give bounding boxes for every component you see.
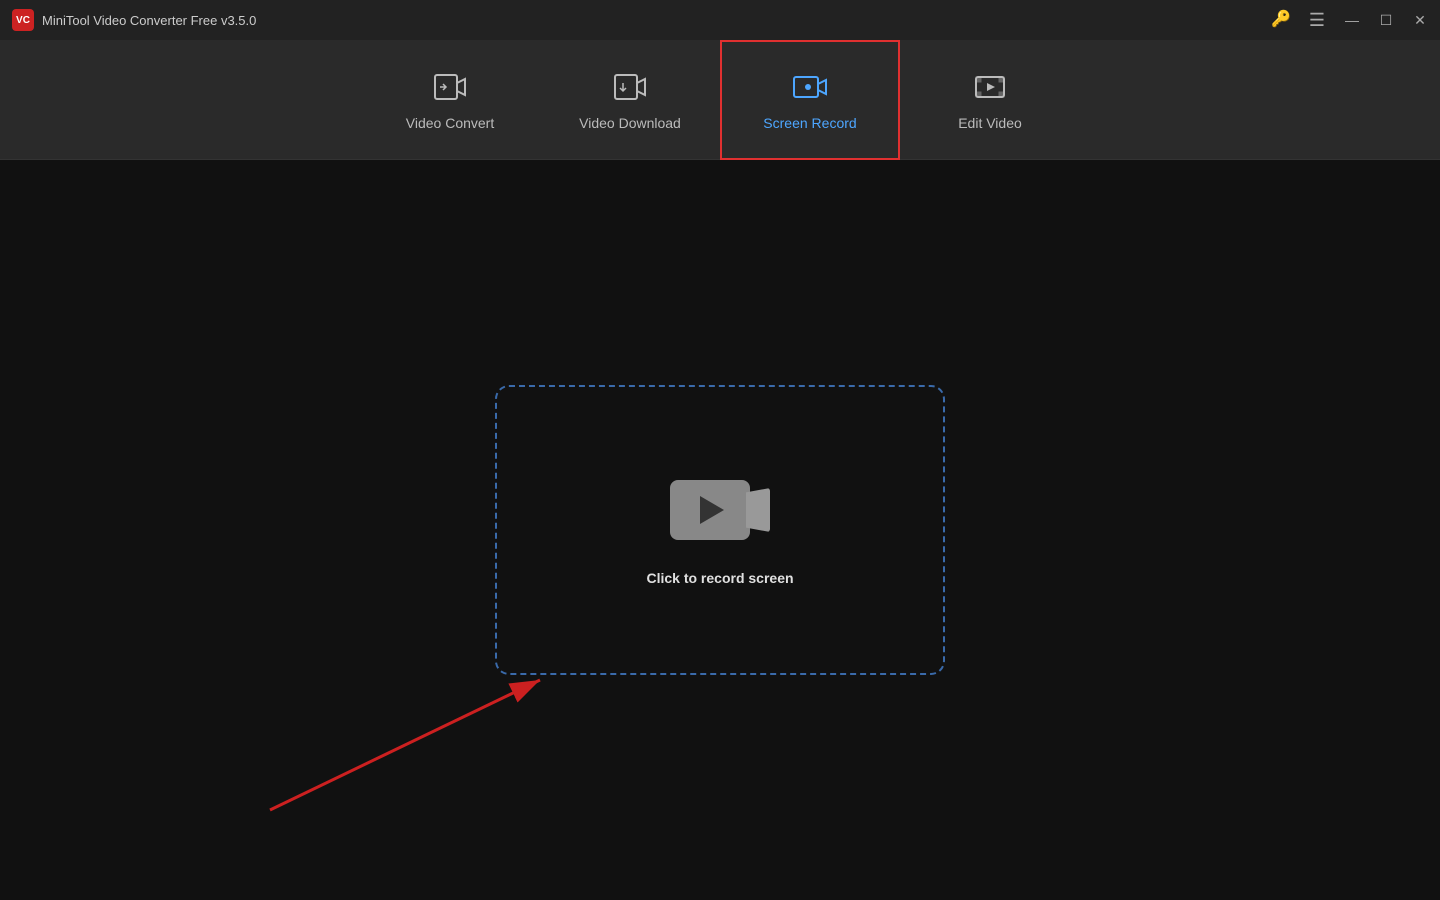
titlebar-controls: 🔑 ☰ — ☐ ✕ bbox=[1271, 11, 1428, 29]
screen-record-icon bbox=[792, 69, 828, 105]
edit-video-icon bbox=[972, 69, 1008, 105]
tab-screen-record[interactable]: Screen Record bbox=[720, 40, 900, 160]
camera-body bbox=[670, 480, 750, 540]
navbar: Video Convert Video Download Screen Reco… bbox=[0, 40, 1440, 160]
camera-icon bbox=[670, 474, 770, 546]
close-button[interactable]: ✕ bbox=[1412, 12, 1428, 29]
app-title: MiniTool Video Converter Free v3.5.0 bbox=[42, 13, 256, 28]
minimize-button[interactable]: — bbox=[1344, 12, 1360, 28]
maximize-button[interactable]: ☐ bbox=[1378, 12, 1394, 29]
tab-video-convert[interactable]: Video Convert bbox=[360, 40, 540, 160]
main-content: Click to record screen bbox=[0, 160, 1440, 900]
video-download-icon bbox=[612, 69, 648, 105]
titlebar-left: VC MiniTool Video Converter Free v3.5.0 bbox=[12, 9, 256, 31]
menu-icon[interactable]: ☰ bbox=[1309, 11, 1326, 29]
tab-screen-record-label: Screen Record bbox=[763, 115, 856, 131]
titlebar: VC MiniTool Video Converter Free v3.5.0 … bbox=[0, 0, 1440, 40]
tab-edit-video[interactable]: Edit Video bbox=[900, 40, 1080, 160]
key-icon[interactable]: 🔑 bbox=[1271, 12, 1291, 28]
record-area[interactable]: Click to record screen bbox=[495, 385, 945, 675]
tab-video-download[interactable]: Video Download bbox=[540, 40, 720, 160]
tab-edit-video-label: Edit Video bbox=[958, 115, 1022, 131]
video-convert-icon bbox=[432, 69, 468, 105]
app-logo: VC bbox=[12, 9, 34, 31]
tab-video-download-label: Video Download bbox=[579, 115, 681, 131]
play-triangle bbox=[700, 496, 724, 524]
camera-lens bbox=[746, 488, 770, 532]
record-prompt: Click to record screen bbox=[646, 570, 793, 586]
tab-video-convert-label: Video Convert bbox=[406, 115, 494, 131]
